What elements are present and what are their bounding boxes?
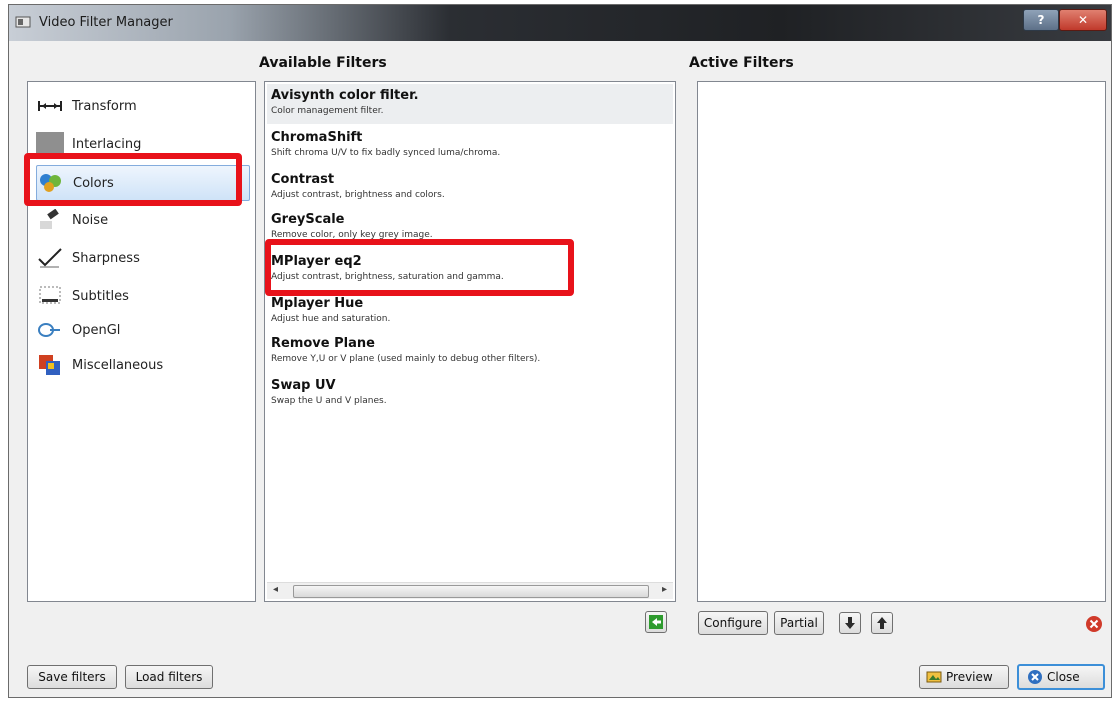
- filter-name: MPlayer eq2: [271, 254, 362, 269]
- colors-icon: [37, 172, 65, 194]
- window-close-button[interactable]: ✕: [1059, 9, 1107, 31]
- filter-description: Color management filter.: [271, 106, 384, 116]
- move-down-button[interactable]: [839, 612, 861, 634]
- category-label: Miscellaneous: [72, 357, 164, 373]
- category-list: Transform Interlacing Colors Noise Sharp…: [27, 81, 256, 602]
- category-label: Colors: [73, 175, 114, 191]
- scroll-right-icon[interactable]: ▸: [662, 584, 667, 595]
- filter-name: ChromaShift: [271, 130, 363, 145]
- close-circle-icon: [1028, 670, 1042, 684]
- active-filters-heading: Active Filters: [689, 55, 794, 71]
- noise-icon: [36, 209, 64, 231]
- scrollbar-thumb[interactable]: [293, 585, 649, 598]
- filter-item-mplayer-hue[interactable]: Mplayer Hue Adjust hue and saturation.: [267, 292, 673, 332]
- filter-description: Adjust contrast, brightness, saturation …: [271, 272, 504, 282]
- subtitles-icon: [36, 285, 64, 307]
- load-filters-button[interactable]: Load filters: [125, 665, 213, 689]
- preview-label: Preview: [946, 670, 993, 684]
- video-filter-manager-window: Video Filter Manager ? ✕ Available Filte…: [8, 4, 1112, 698]
- category-label: Sharpness: [72, 250, 140, 266]
- filter-item-remove-plane[interactable]: Remove Plane Remove Y,U or V plane (used…: [267, 332, 673, 372]
- available-filters-heading: Available Filters: [259, 55, 387, 71]
- window-title: Video Filter Manager: [39, 15, 173, 30]
- transform-icon: [36, 95, 64, 117]
- scroll-left-icon[interactable]: ◂: [273, 584, 278, 595]
- remove-icon: [1086, 616, 1102, 632]
- category-label: Subtitles: [72, 288, 129, 304]
- filter-item-avisynth-color[interactable]: Avisynth color filter. Color management …: [267, 84, 673, 124]
- configure-button[interactable]: Configure: [698, 611, 768, 635]
- partial-button[interactable]: Partial: [774, 611, 824, 635]
- close-label: Close: [1047, 670, 1080, 684]
- filter-item-chromashift[interactable]: ChromaShift Shift chroma U/V to fix badl…: [267, 126, 673, 166]
- category-item-interlacing[interactable]: Interlacing: [36, 127, 248, 161]
- filter-name: Contrast: [271, 172, 335, 187]
- add-arrow-icon: [649, 615, 663, 629]
- category-item-colors[interactable]: Colors: [36, 165, 250, 201]
- category-label: Transform: [72, 98, 137, 114]
- filter-description: Remove color, only key grey image.: [271, 230, 433, 240]
- filter-item-mplayer-eq2[interactable]: MPlayer eq2 Adjust contrast, brightness,…: [267, 250, 673, 290]
- filter-name: Mplayer Hue: [271, 296, 364, 311]
- filter-name: GreyScale: [271, 212, 345, 227]
- available-filters-list: Avisynth color filter. Color management …: [264, 81, 676, 602]
- app-icon: [15, 16, 31, 28]
- filter-name: Remove Plane: [271, 336, 375, 351]
- help-button[interactable]: ?: [1023, 9, 1059, 31]
- opengl-icon: [36, 319, 64, 341]
- category-label: Noise: [72, 212, 109, 228]
- title-bar: Video Filter Manager ? ✕: [9, 5, 1111, 41]
- filter-item-swap-uv[interactable]: Swap UV Swap the U and V planes.: [267, 374, 673, 414]
- horizontal-scrollbar[interactable]: ◂ ▸: [267, 582, 673, 599]
- sharpness-icon: [36, 247, 64, 269]
- category-item-noise[interactable]: Noise: [36, 203, 248, 237]
- category-item-subtitles[interactable]: Subtitles: [36, 279, 248, 313]
- preview-icon: [926, 671, 942, 683]
- filter-description: Adjust contrast, brightness and colors.: [271, 190, 445, 200]
- move-up-button[interactable]: [871, 612, 893, 634]
- category-item-transform[interactable]: Transform: [36, 89, 248, 123]
- category-item-miscellaneous[interactable]: Miscellaneous: [36, 348, 248, 382]
- filter-description: Adjust hue and saturation.: [271, 314, 391, 324]
- add-filter-button[interactable]: [645, 611, 667, 633]
- filter-description: Swap the U and V planes.: [271, 396, 387, 406]
- arrow-down-icon: [845, 617, 855, 629]
- filter-item-contrast[interactable]: Contrast Adjust contrast, brightness and…: [267, 168, 673, 208]
- filter-description: Shift chroma U/V to fix badly synced lum…: [271, 148, 501, 158]
- interlacing-icon: [36, 132, 64, 156]
- remove-filter-button[interactable]: [1083, 613, 1105, 635]
- active-filters-list: [697, 81, 1106, 602]
- save-filters-button[interactable]: Save filters: [27, 665, 117, 689]
- miscellaneous-icon: [36, 354, 64, 376]
- category-label: OpenGl: [72, 322, 121, 338]
- arrow-up-icon: [877, 617, 887, 629]
- filter-description: Remove Y,U or V plane (used mainly to de…: [271, 354, 541, 364]
- category-item-opengl[interactable]: OpenGl: [36, 315, 248, 345]
- category-item-sharpness[interactable]: Sharpness: [36, 241, 248, 275]
- category-label: Interlacing: [72, 136, 142, 152]
- preview-button[interactable]: Preview: [919, 665, 1009, 689]
- filter-name: Swap UV: [271, 378, 336, 393]
- filter-name: Avisynth color filter.: [271, 88, 419, 103]
- filter-item-greyscale[interactable]: GreyScale Remove color, only key grey im…: [267, 208, 673, 248]
- close-button[interactable]: Close: [1017, 664, 1105, 690]
